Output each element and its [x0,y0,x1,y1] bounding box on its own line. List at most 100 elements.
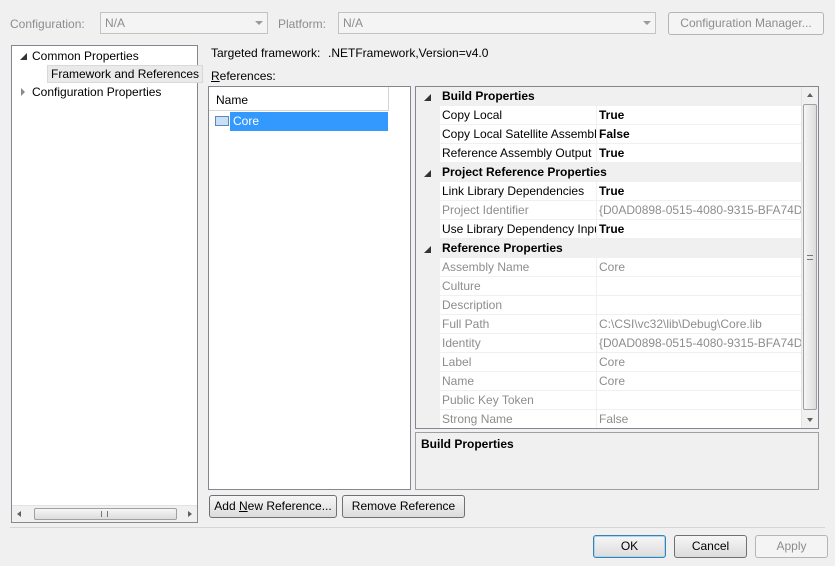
row-gutter [416,334,440,353]
property-value: Core [595,372,802,391]
scroll-left-icon[interactable] [17,511,21,517]
row-gutter [416,353,440,372]
property-row[interactable]: Copy Local True [416,106,802,125]
tree-item-framework-and-references[interactable]: Framework and References [47,65,204,83]
property-value[interactable]: True [595,182,802,201]
property-value[interactable]: False [595,125,802,144]
scroll-up-icon[interactable] [807,93,813,97]
property-row[interactable]: Identity {D0AD0898-0515-4080-9315-BFA74DE… [416,334,802,353]
property-value [595,296,802,315]
property-category[interactable]: Build Properties [416,87,802,106]
property-tree[interactable]: Common Properties Framework and Referenc… [11,45,204,523]
property-value[interactable]: True [595,220,802,239]
scroll-right-icon[interactable] [188,511,192,517]
row-gutter [416,182,440,201]
configuration-select[interactable]: N/A [100,12,268,34]
property-name: Use Library Dependency Inpu [440,220,597,239]
row-gutter [416,296,440,315]
expanded-icon[interactable] [424,246,431,253]
chevron-down-icon [255,21,263,25]
property-row[interactable]: Assembly Name Core [416,258,802,277]
property-grid[interactable]: Build Properties Copy Local True Copy Local… [415,86,819,429]
row-gutter [416,391,440,410]
row-gutter [416,125,440,144]
category-label: Build Properties [442,89,535,103]
property-row[interactable]: Name Core [416,372,802,391]
property-row[interactable]: Reference Assembly Output True [416,144,802,163]
access-key: N [238,499,248,513]
property-value: Core [595,353,802,372]
property-row[interactable]: Culture [416,277,802,296]
property-row[interactable]: Full Path C:\CSI\vc32\lib\Debug\Core.lib [416,315,802,334]
platform-label: Platform: [278,17,327,31]
property-name: Full Path [440,315,597,334]
reference-icon [215,116,229,126]
configuration-value: N/A [105,16,126,30]
grip-icon [101,511,108,517]
property-row[interactable]: Link Library Dependencies True [416,182,802,201]
property-name: Copy Local [440,106,597,125]
row-gutter [416,315,440,334]
property-grid-body: Build Properties Copy Local True Copy Local… [416,87,802,428]
property-name: Copy Local Satellite Assembli [440,125,597,144]
row-gutter [416,277,440,296]
expanded-icon[interactable] [424,170,431,177]
property-value: {D0AD0898-0515-4080-9315-BFA74DE0 [595,201,802,220]
property-row[interactable]: Public Key Token [416,391,802,410]
property-name: Strong Name [440,410,597,428]
ok-button[interactable]: OK [593,535,666,558]
platform-select[interactable]: N/A [338,12,656,34]
row-gutter [416,258,440,277]
row-gutter [416,106,440,125]
configuration-label: Configuration: [10,17,85,31]
property-name: Link Library Dependencies [440,182,597,201]
apply-button[interactable]: Apply [755,535,828,558]
property-value [595,391,802,410]
scrollbar-thumb[interactable] [34,508,177,520]
property-name: Assembly Name [440,258,597,277]
add-new-reference-button[interactable]: Add New Reference... [209,495,337,518]
property-value [595,277,802,296]
column-header-name[interactable]: Name [209,87,389,111]
property-row[interactable]: Use Library Dependency Inpu True [416,220,802,239]
property-name: Project Identifier [440,201,597,220]
property-value: Core [595,258,802,277]
expanded-icon[interactable] [424,94,431,101]
references-list[interactable]: Name Core [208,86,411,490]
cancel-button[interactable]: Cancel [674,535,747,558]
list-item[interactable]: Core [214,112,388,131]
platform-value: N/A [343,16,364,30]
property-value: {D0AD0898-0515-4080-9315-BFA74DE0 [595,334,802,353]
property-name: Identity [440,334,597,353]
property-row[interactable]: Project Identifier {D0AD0898-0515-4080-93… [416,201,802,220]
horizontal-scrollbar[interactable] [12,505,197,522]
scroll-down-icon[interactable] [807,418,813,422]
property-name: Label [440,353,597,372]
scrollbar-thumb[interactable] [803,104,817,410]
access-key: R [211,69,220,83]
references-label-rest: eferences: [219,69,276,83]
expanded-icon [20,53,27,60]
tree-item-label: Framework and References [51,67,200,81]
property-row[interactable]: Description [416,296,802,315]
property-row[interactable]: Strong Name False [416,410,802,428]
property-row[interactable]: Label Core [416,353,802,372]
property-name: Description [440,296,597,315]
property-row[interactable]: Copy Local Satellite Assembli False [416,125,802,144]
property-value: False [595,410,802,428]
row-gutter [416,220,440,239]
description-pane: Build Properties [415,432,819,490]
remove-reference-button[interactable]: Remove Reference [342,495,465,518]
vertical-scrollbar[interactable] [801,87,818,428]
property-value[interactable]: True [595,144,802,163]
property-value[interactable]: True [595,106,802,125]
reference-name: Core [230,112,388,131]
row-gutter [416,144,440,163]
row-gutter [416,201,440,220]
row-gutter [416,372,440,391]
configuration-manager-button[interactable]: Configuration Manager... [668,12,824,35]
chevron-down-icon [643,21,651,25]
description-title: Build Properties [421,437,514,451]
property-category[interactable]: Project Reference Properties [416,163,802,182]
property-category[interactable]: Reference Properties [416,239,802,258]
